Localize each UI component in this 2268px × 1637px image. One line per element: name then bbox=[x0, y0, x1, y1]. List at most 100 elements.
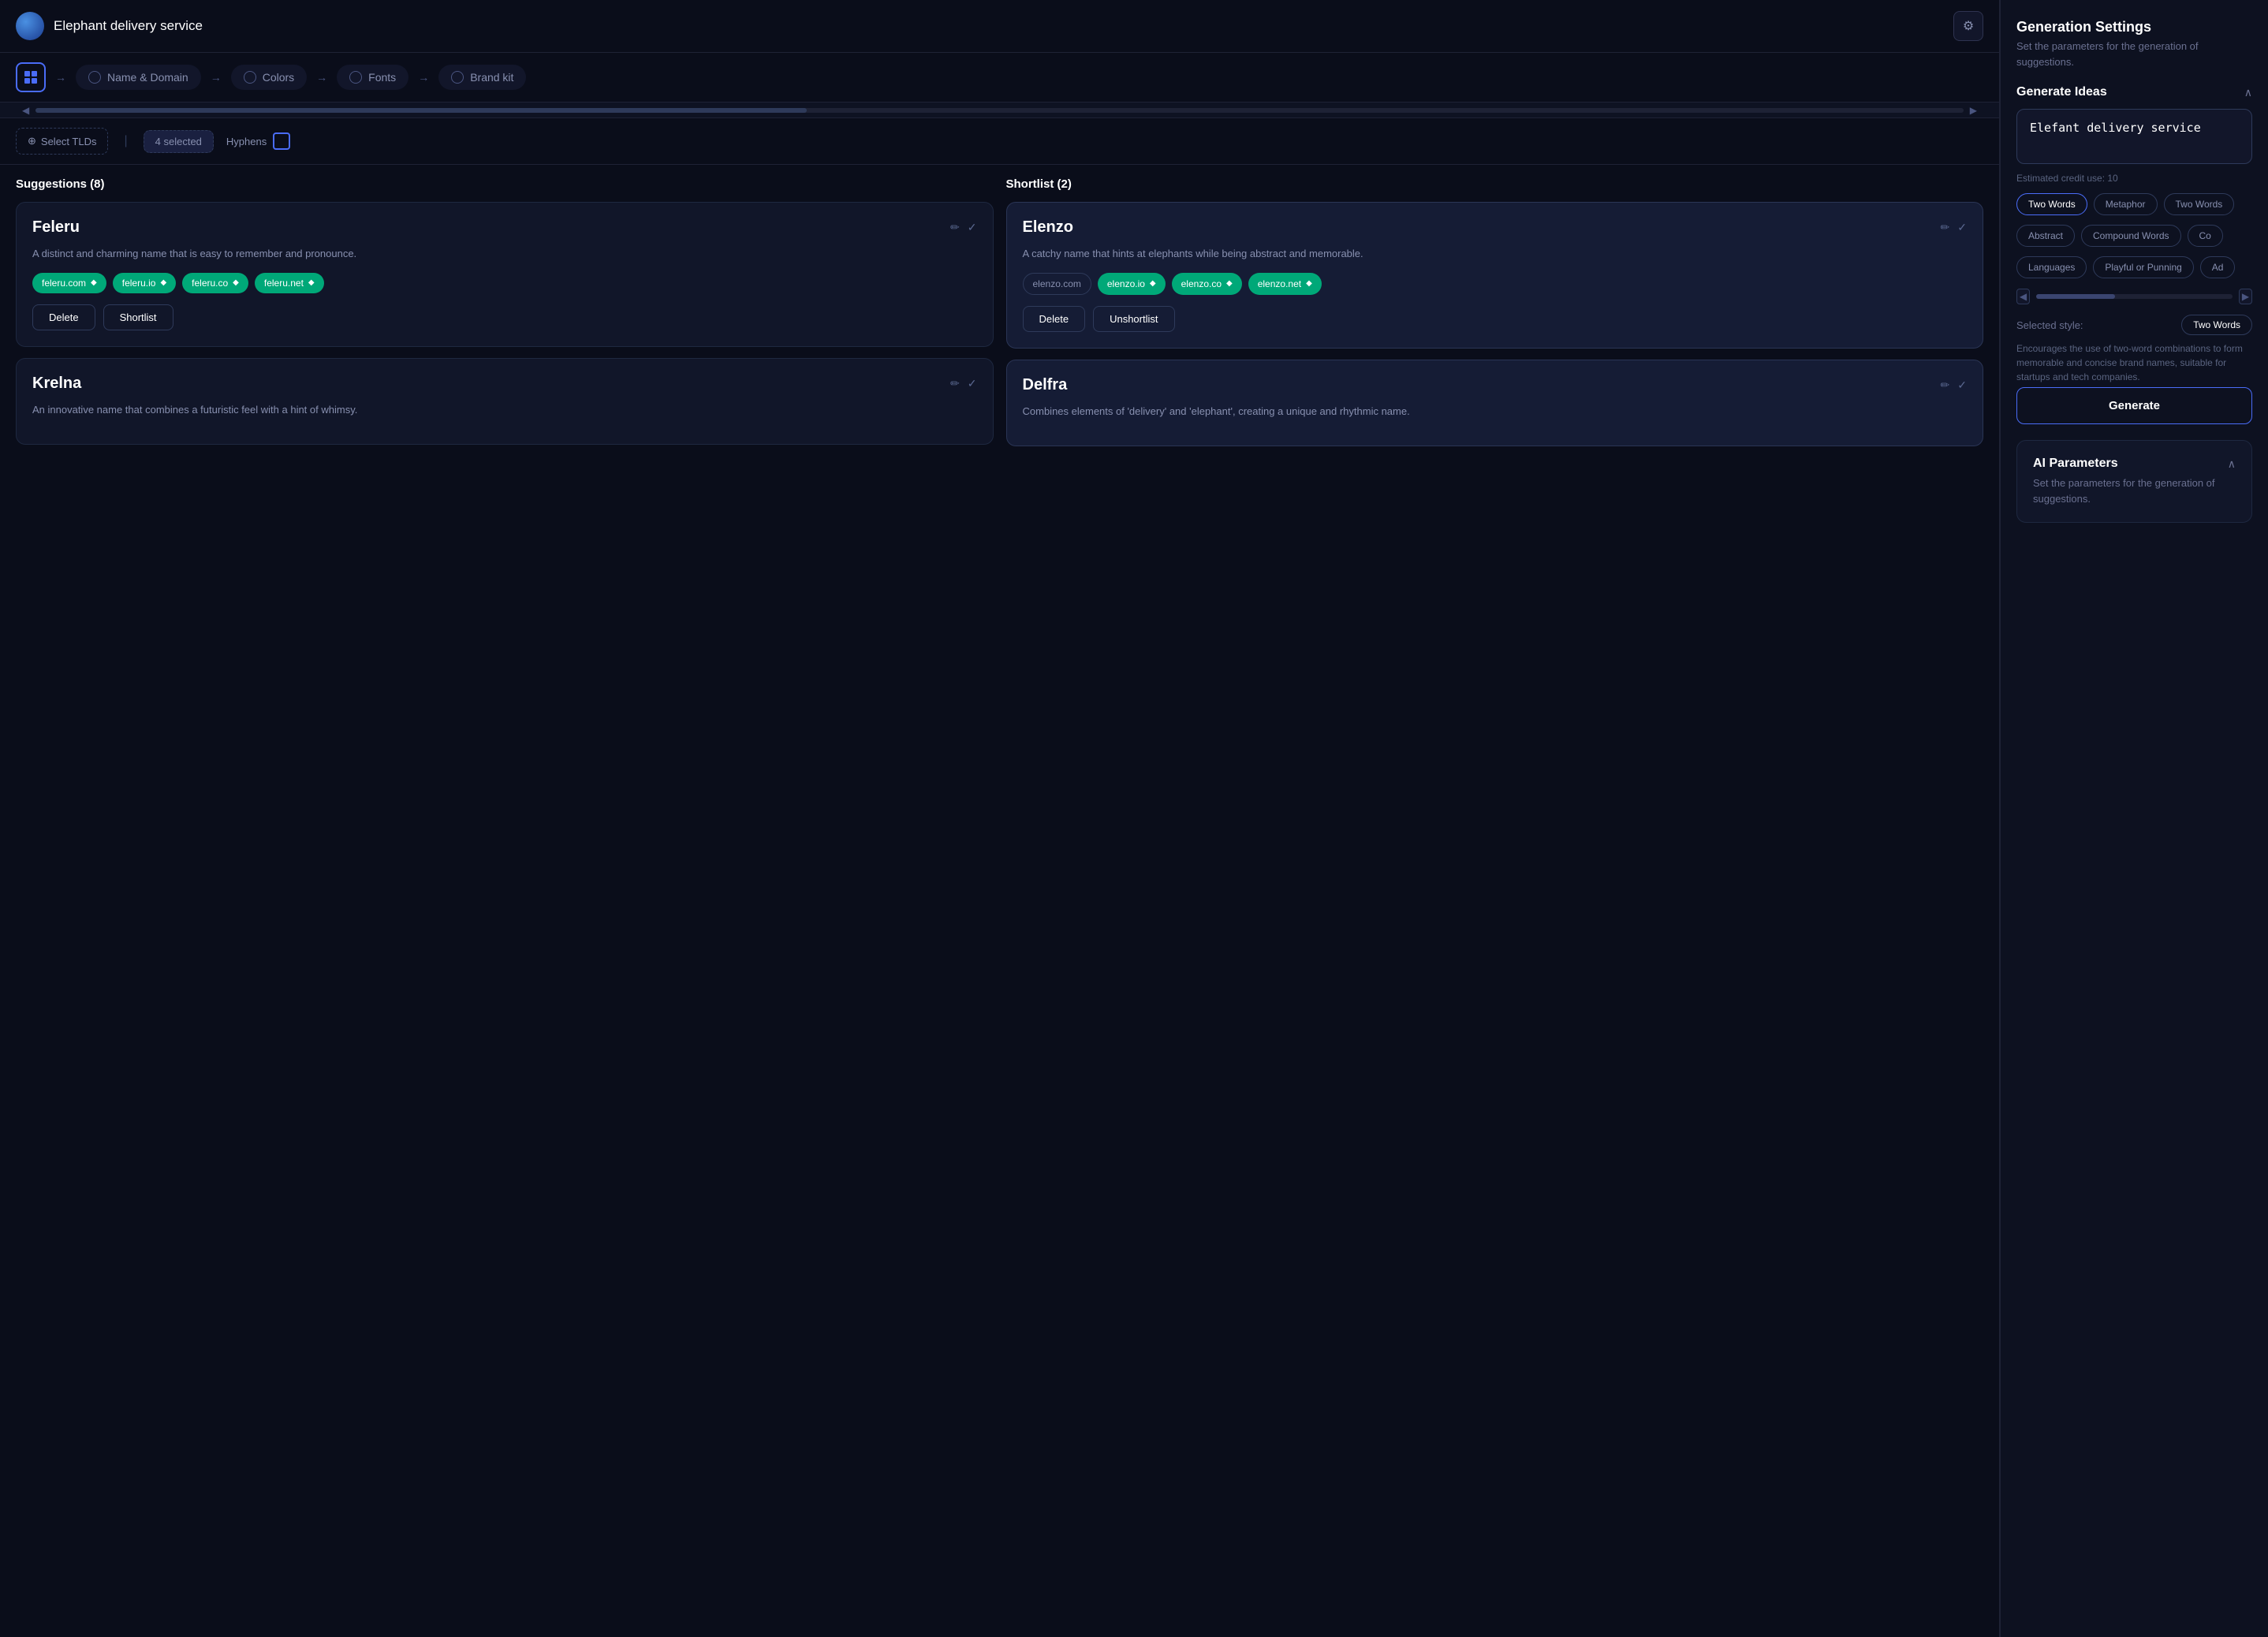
selected-style-description: Encourages the use of two-word combinati… bbox=[2016, 341, 2252, 384]
card-krelna-desc: An innovative name that combines a futur… bbox=[32, 402, 977, 418]
generation-settings-title: Generation Settings bbox=[2016, 19, 2252, 35]
delfra-edit-button[interactable]: ✏ bbox=[1941, 378, 1950, 392]
suggestions-columns: Suggestions (8) Feleru ✏ ✓ A distinct an… bbox=[16, 177, 1983, 457]
scroll-right-arrow[interactable]: ▶ bbox=[1964, 105, 1983, 116]
nav-arrow-1: → bbox=[52, 71, 69, 84]
selected-count-badge[interactable]: 4 selected bbox=[144, 130, 214, 153]
chip-playful[interactable]: Playful or Punning bbox=[2093, 256, 2193, 278]
plus-icon: ⊕ bbox=[28, 135, 36, 147]
chips-scroll-track[interactable] bbox=[2036, 294, 2233, 299]
app-logo bbox=[16, 12, 44, 40]
ai-params-chevron[interactable]: ∧ bbox=[2228, 457, 2236, 471]
card-elenzo-desc: A catchy name that hints at elephants wh… bbox=[1023, 246, 1968, 262]
ai-parameters-section: AI Parameters ∧ Set the parameters for t… bbox=[2016, 440, 2252, 523]
select-tlds-label: Select TLDs bbox=[41, 136, 97, 147]
tab-colors-label: Colors bbox=[263, 71, 294, 84]
tab-circle bbox=[451, 71, 464, 84]
generate-ideas-title: Generate Ideas bbox=[2016, 85, 2107, 99]
chip-two-words-2[interactable]: Two Words bbox=[2164, 193, 2235, 215]
elenzo-delete-button[interactable]: Delete bbox=[1023, 306, 1086, 332]
generation-settings-section: Generation Settings Set the parameters f… bbox=[2016, 19, 2252, 69]
card-krelna-name: Krelna bbox=[32, 375, 81, 393]
elenzo-edit-button[interactable]: ✏ bbox=[1941, 221, 1950, 234]
style-chips-row2: Abstract Compound Words Co bbox=[2016, 225, 2252, 247]
tab-name-domain[interactable]: Name & Domain bbox=[76, 65, 201, 90]
feleru-shortlist-button[interactable]: Shortlist bbox=[103, 304, 173, 330]
chips-scroll-right[interactable]: ▶ bbox=[2239, 289, 2252, 304]
chips-scroll-left[interactable]: ◀ bbox=[2016, 289, 2030, 304]
generate-button[interactable]: Generate bbox=[2016, 387, 2252, 424]
chips-scroll-thumb bbox=[2036, 294, 2115, 299]
feleru-com-tag[interactable]: feleru.com ◆ bbox=[32, 273, 106, 293]
chip-languages[interactable]: Languages bbox=[2016, 256, 2087, 278]
elenzo-com-tag[interactable]: elenzo.com bbox=[1023, 273, 1091, 295]
card-feleru: Feleru ✏ ✓ A distinct and charming name … bbox=[16, 202, 994, 347]
left-panel: Elephant delivery service ⚙ → Name & Dom… bbox=[0, 0, 2000, 1637]
settings-button[interactable]: ⚙ bbox=[1953, 11, 1983, 41]
style-chips: Two Words Metaphor Two Words bbox=[2016, 193, 2252, 215]
tab-circle bbox=[244, 71, 256, 84]
feleru-io-tag[interactable]: feleru.io ◆ bbox=[113, 273, 176, 293]
chip-co[interactable]: Co bbox=[2188, 225, 2223, 247]
krelna-check-button[interactable]: ✓ bbox=[968, 377, 977, 390]
style-chips-row3: Languages Playful or Punning Ad bbox=[2016, 256, 2252, 278]
elenzo-co-tag[interactable]: elenzo.co ◆ bbox=[1172, 273, 1242, 295]
shortlist-header: Shortlist (2) bbox=[1006, 177, 1984, 191]
hyphens-row: Hyphens bbox=[226, 132, 290, 150]
tab-fonts[interactable]: Fonts bbox=[337, 65, 408, 90]
elenzo-unshortlist-button[interactable]: Unshortlist bbox=[1093, 306, 1174, 332]
grid-icon bbox=[24, 71, 37, 84]
tag-dot: ◆ bbox=[308, 278, 315, 287]
chips-scroll-row[interactable]: ◀ ▶ bbox=[2016, 286, 2252, 307]
horizontal-scrollbar[interactable]: ◀ ▶ bbox=[0, 103, 1999, 118]
tab-name-domain-label: Name & Domain bbox=[107, 71, 188, 84]
nav-arrow-4: → bbox=[415, 71, 432, 84]
elenzo-io-tag[interactable]: elenzo.io ◆ bbox=[1098, 273, 1166, 295]
gear-icon: ⚙ bbox=[1963, 18, 1974, 34]
chip-metaphor[interactable]: Metaphor bbox=[2094, 193, 2158, 215]
shortlist-column: Shortlist (2) Elenzo ✏ ✓ A catchy name t… bbox=[1006, 177, 1984, 457]
chip-compound-words[interactable]: Compound Words bbox=[2081, 225, 2181, 247]
chip-two-words[interactable]: Two Words bbox=[2016, 193, 2087, 215]
card-krelna-header: Krelna ✏ ✓ bbox=[32, 375, 977, 393]
selected-style-value[interactable]: Two Words bbox=[2181, 315, 2252, 335]
tag-dot: ◆ bbox=[1150, 279, 1156, 288]
chevron-up-icon[interactable]: ∧ bbox=[2244, 86, 2252, 99]
card-krelna-icons: ✏ ✓ bbox=[950, 377, 976, 390]
feleru-co-tag[interactable]: feleru.co ◆ bbox=[182, 273, 248, 293]
generate-ideas-section: Generate Ideas ∧ Elefant delivery servic… bbox=[2016, 85, 2252, 424]
tab-brand-kit[interactable]: Brand kit bbox=[438, 65, 526, 90]
feleru-edit-button[interactable]: ✏ bbox=[950, 221, 960, 234]
card-feleru-desc: A distinct and charming name that is eas… bbox=[32, 246, 977, 262]
delfra-check-button[interactable]: ✓ bbox=[1957, 378, 1967, 392]
selected-style-row: Selected style: Two Words bbox=[2016, 315, 2252, 335]
card-krelna: Krelna ✏ ✓ An innovative name that combi… bbox=[16, 358, 994, 446]
nav-arrow-2: → bbox=[207, 71, 225, 84]
feleru-domain-tags: feleru.com ◆ feleru.io ◆ feleru.co ◆ fel… bbox=[32, 273, 977, 293]
krelna-edit-button[interactable]: ✏ bbox=[950, 377, 960, 390]
ai-params-header: AI Parameters ∧ bbox=[2033, 457, 2236, 471]
ai-params-title: AI Parameters bbox=[2033, 457, 2118, 471]
tab-colors[interactable]: Colors bbox=[231, 65, 307, 90]
elenzo-net-tag[interactable]: elenzo.net ◆ bbox=[1248, 273, 1322, 295]
selected-style-label: Selected style: bbox=[2016, 319, 2083, 331]
elenzo-check-button[interactable]: ✓ bbox=[1957, 221, 1967, 234]
feleru-net-tag[interactable]: feleru.net ◆ bbox=[255, 273, 324, 293]
card-feleru-header: Feleru ✏ ✓ bbox=[32, 218, 977, 237]
scroll-track[interactable] bbox=[35, 108, 1964, 113]
tld-divider: | bbox=[124, 134, 127, 148]
feleru-delete-button[interactable]: Delete bbox=[32, 304, 95, 330]
select-tlds-button[interactable]: ⊕ Select TLDs bbox=[16, 128, 108, 155]
card-elenzo-name: Elenzo bbox=[1023, 218, 1073, 237]
generate-ideas-input[interactable]: Elefant delivery service bbox=[2016, 109, 2252, 164]
hyphens-toggle[interactable] bbox=[273, 132, 290, 150]
feleru-check-button[interactable]: ✓ bbox=[968, 221, 977, 234]
tag-dot: ◆ bbox=[1226, 279, 1233, 288]
feleru-actions: Delete Shortlist bbox=[32, 304, 977, 330]
credit-info: Estimated credit use: 10 bbox=[2016, 173, 2252, 184]
tag-dot: ◆ bbox=[160, 278, 166, 287]
grid-view-tab[interactable] bbox=[16, 62, 46, 92]
chip-abstract[interactable]: Abstract bbox=[2016, 225, 2075, 247]
scroll-left-arrow[interactable]: ◀ bbox=[16, 105, 35, 116]
chip-ad[interactable]: Ad bbox=[2200, 256, 2236, 278]
